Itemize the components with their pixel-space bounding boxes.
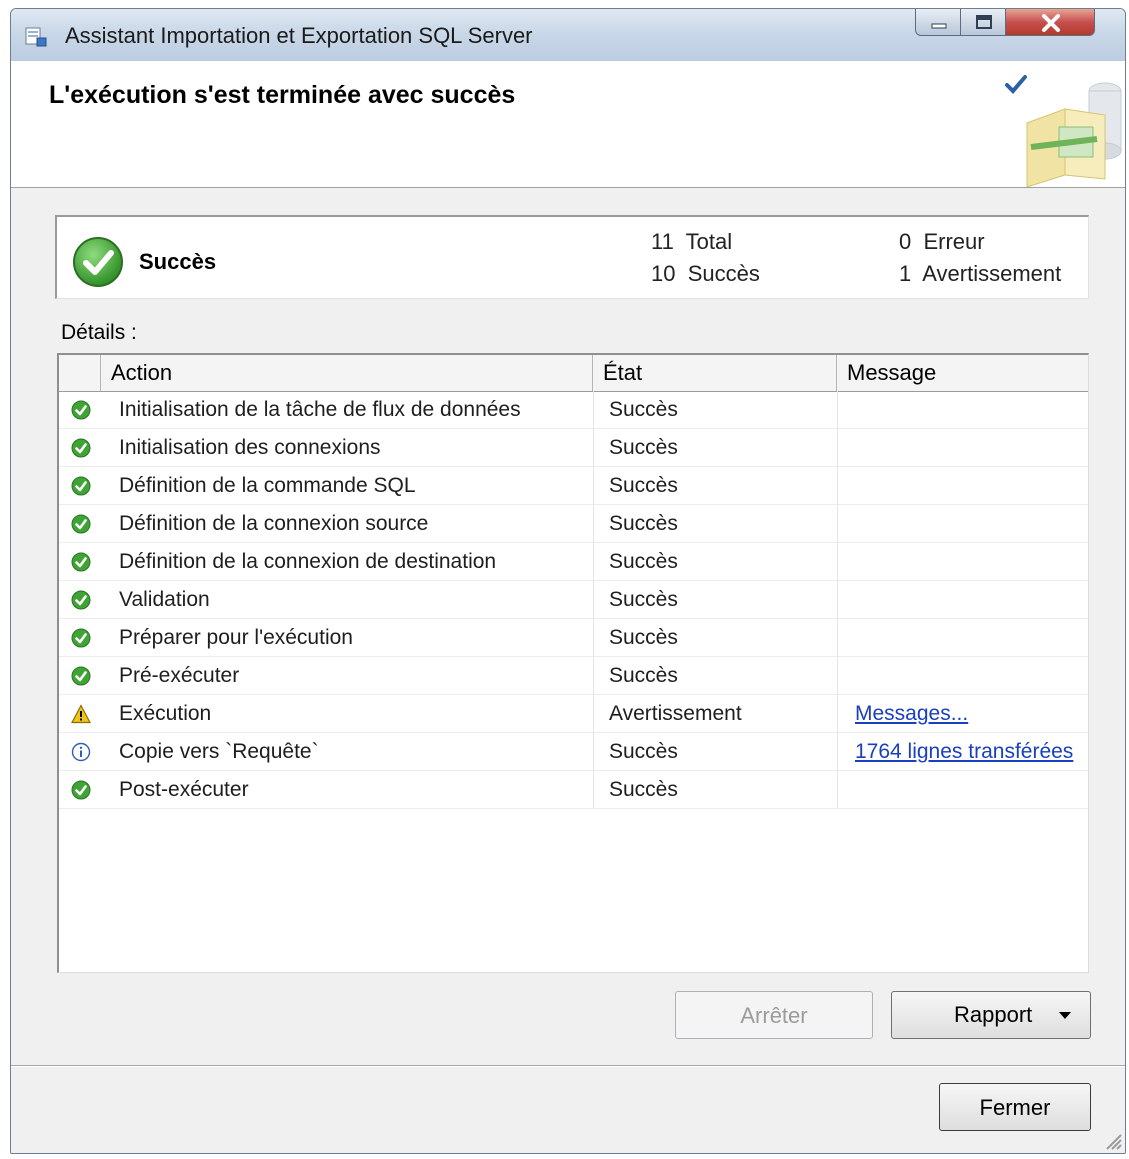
table-row[interactable]: Définition de la connexion source Succès [59, 505, 1088, 543]
app-icon [25, 27, 47, 47]
row-state: Succès [609, 474, 678, 497]
details-label: Détails : [61, 321, 137, 344]
row-action: Définition de la connexion de destinatio… [119, 550, 497, 573]
table-row[interactable]: Définition de la commande SQL Succès [59, 467, 1088, 505]
success-icon [71, 628, 91, 653]
column-header-message[interactable]: Message [837, 355, 1087, 391]
minimize-button[interactable] [915, 9, 961, 36]
row-state: Succès [609, 512, 678, 535]
row-action: Préparer pour l'exécution [119, 626, 353, 649]
success-icon [71, 514, 91, 539]
wizard-banner-icon [1005, 75, 1122, 187]
row-state: Succès [609, 740, 678, 763]
table-row[interactable]: Pré-exécuter Succès [59, 657, 1088, 695]
window-title: Assistant Importation et Exportation SQL… [65, 23, 533, 48]
column-header-action[interactable]: Action [101, 355, 593, 391]
chevron-down-icon [1059, 1012, 1071, 1019]
total-label: Total [685, 229, 733, 254]
row-action: Définition de la connexion source [119, 512, 429, 535]
table-row[interactable]: Définition de la connexion de destinatio… [59, 543, 1088, 581]
summary-status: Succès [139, 249, 217, 274]
table-row[interactable]: Préparer pour l'exécution Succès [59, 619, 1088, 657]
footer-separator [11, 1065, 1125, 1067]
error-count: 0 [899, 229, 912, 254]
row-state: Succès [609, 398, 678, 421]
details-grid[interactable]: Action État Message Initialisation de la… [57, 353, 1089, 973]
total-count: 11 [651, 229, 674, 254]
info-icon [71, 742, 91, 767]
row-action: Post-exécuter [119, 778, 249, 801]
total-stat: 11 Total [651, 229, 732, 255]
success-icon [71, 552, 91, 577]
row-state: Avertissement [609, 702, 742, 725]
page-title: L'exécution s'est terminée avec succès [49, 81, 516, 109]
success-label: Succès [687, 261, 760, 286]
report-button[interactable]: Rapport [891, 991, 1091, 1039]
row-action: Validation [119, 588, 210, 611]
warning-label: Avertissement [922, 261, 1062, 286]
summary-panel: Succès 11 Total 10 Succès 0 Erreur 1 Ave… [55, 215, 1089, 299]
report-label: Rapport [954, 1002, 1033, 1027]
column-header-icon [59, 355, 101, 391]
row-action: Pré-exécuter [119, 664, 240, 687]
maximize-icon [976, 15, 992, 29]
success-icon [71, 476, 91, 501]
row-message-link[interactable]: 1764 lignes transférées [855, 733, 1073, 770]
row-action: Définition de la commande SQL [119, 474, 416, 497]
success-icon [71, 438, 91, 463]
table-row[interactable]: Initialisation des connexions Succès [59, 429, 1088, 467]
table-row[interactable]: Initialisation de la tâche de flux de do… [59, 391, 1088, 429]
warning-count: 1 [899, 261, 912, 286]
success-icon [73, 237, 123, 287]
grid-header: Action État Message [59, 355, 1088, 392]
warning-stat: 1 Avertissement [899, 261, 1061, 287]
row-action: Initialisation de la tâche de flux de do… [119, 398, 521, 421]
row-state: Succès [609, 588, 678, 611]
stop-button[interactable]: Arrêter [675, 991, 873, 1039]
title-bar[interactable]: Assistant Importation et Exportation SQL… [11, 9, 1125, 61]
success-icon [71, 780, 91, 805]
success-stat: 10 Succès [651, 261, 760, 287]
maximize-button[interactable] [960, 9, 1006, 36]
success-icon [71, 666, 91, 691]
column-header-state[interactable]: État [593, 355, 837, 391]
error-stat: 0 Erreur [899, 229, 985, 255]
close-window-button[interactable] [1005, 9, 1095, 36]
row-action: Initialisation des connexions [119, 436, 381, 459]
row-state: Succès [609, 436, 678, 459]
error-label: Erreur [923, 229, 985, 254]
row-action: Copie vers `Requête` [119, 740, 319, 763]
row-state: Succès [609, 664, 678, 687]
close-icon [1042, 14, 1060, 32]
row-action: Exécution [119, 702, 212, 725]
row-state: Succès [609, 626, 678, 649]
success-count: 10 [651, 261, 676, 286]
table-row[interactable]: Validation Succès [59, 581, 1088, 619]
row-state: Succès [609, 550, 678, 573]
close-button[interactable]: Fermer [939, 1083, 1091, 1131]
resize-grip-icon[interactable] [1101, 1129, 1123, 1151]
table-row[interactable]: Copie vers `Requête` Succès 1764 lignes tr… [59, 733, 1088, 771]
wizard-window: Assistant Importation et Exportation SQL… [10, 8, 1126, 1154]
row-message-link[interactable]: Messages... [855, 695, 968, 732]
table-row[interactable]: Post-exécuter Succès [59, 771, 1088, 809]
warning-icon [71, 704, 91, 729]
success-icon [71, 590, 91, 615]
wizard-header: L'exécution s'est terminée avec succès [11, 61, 1125, 188]
table-row[interactable]: Exécution Avertissement Messages... [59, 695, 1088, 733]
success-icon [71, 400, 91, 425]
row-state: Succès [609, 778, 678, 801]
minimize-icon [931, 23, 947, 29]
